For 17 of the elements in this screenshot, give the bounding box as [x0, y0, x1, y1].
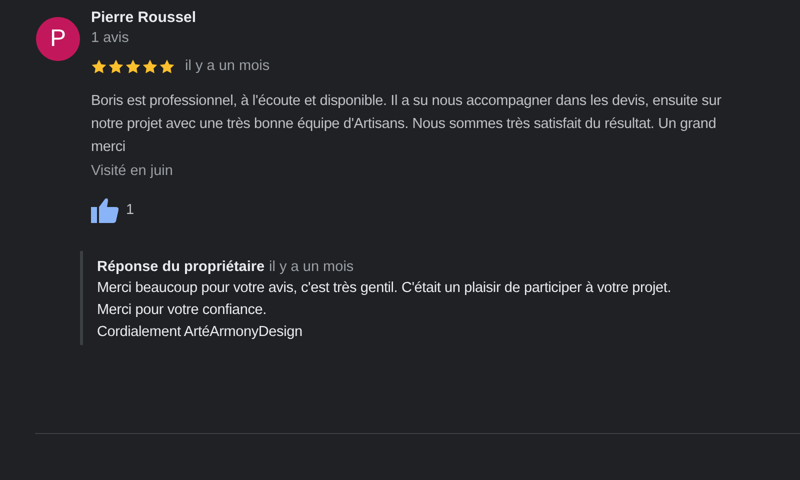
review-time: il y a un mois	[185, 57, 270, 76]
thumbs-up-icon[interactable]	[91, 197, 119, 223]
response-time: il y a un mois	[269, 259, 354, 275]
response-title: Réponse du propriétaire	[97, 259, 265, 275]
visit-date: Visité en juin	[91, 162, 174, 181]
star-icon	[108, 58, 124, 74]
review-text: Boris est professionnel, à l'écoute et disponible. Il a su nous accompagner dans les devis, ensuite sur notre projet avec une très bonne équipe d'Artisans. Nous sommes très satisfait du résultat. Un grand merci	[91, 92, 722, 157]
star-icon	[91, 58, 107, 74]
star-icon	[159, 58, 175, 74]
like-count: 1	[126, 202, 134, 218]
author-name[interactable]: Pierre Roussel	[91, 8, 792, 28]
star-icon	[125, 58, 141, 74]
avatar: P	[36, 17, 80, 61]
response-text: Cordialement ArtéArmonyDesign	[97, 323, 304, 342]
response-text: Merci beaucoup pour votre avis, c'est très gentil. C'était un plaisir de participer à votre projet. Merci pour votre confiance.	[97, 279, 672, 320]
star-icon	[142, 58, 158, 74]
review-count: 1 avis	[91, 29, 130, 48]
